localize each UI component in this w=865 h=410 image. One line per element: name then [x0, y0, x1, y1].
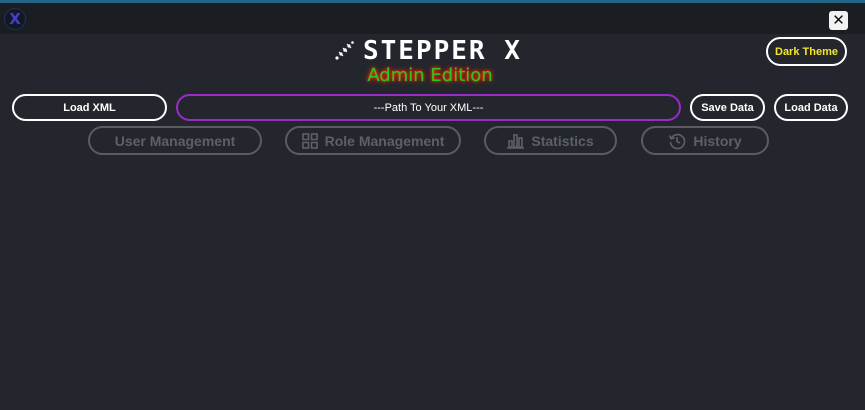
theme-toggle-button[interactable]: Dark Theme: [766, 37, 847, 66]
title-bar-accent: [0, 0, 865, 3]
x-logo-icon: X: [5, 9, 25, 29]
tab-label: User Management: [114, 132, 236, 149]
tab-user-management[interactable]: User Management: [88, 126, 262, 155]
app-title: STEPPER X: [363, 36, 522, 66]
stepper-logo-icon: [335, 41, 354, 60]
tab-label: History: [693, 132, 742, 149]
history-icon: [669, 133, 686, 149]
tab-role-management[interactable]: Role Management: [285, 126, 461, 155]
tab-label: Role Management: [324, 132, 445, 149]
app-logo: STEPPER X: [333, 36, 525, 66]
edition-subtitle: Admin Edition: [367, 65, 493, 86]
save-data-button[interactable]: Save Data: [690, 94, 765, 121]
xml-path-input[interactable]: [176, 94, 681, 121]
tab-history[interactable]: History: [641, 126, 769, 155]
close-button[interactable]: ✕: [829, 11, 848, 30]
bar-chart-icon: [507, 133, 525, 149]
load-data-button[interactable]: Load Data: [774, 94, 848, 121]
tab-label: Statistics: [531, 132, 594, 149]
load-xml-button[interactable]: Load XML: [12, 94, 167, 121]
main-window: X ✕ STEPPER X Admin Edition Dark Theme L…: [0, 0, 865, 410]
close-icon: ✕: [832, 11, 845, 29]
grid-icon: [301, 132, 318, 149]
tab-statistics[interactable]: Statistics: [484, 126, 617, 155]
title-bar: X ✕: [0, 0, 865, 34]
